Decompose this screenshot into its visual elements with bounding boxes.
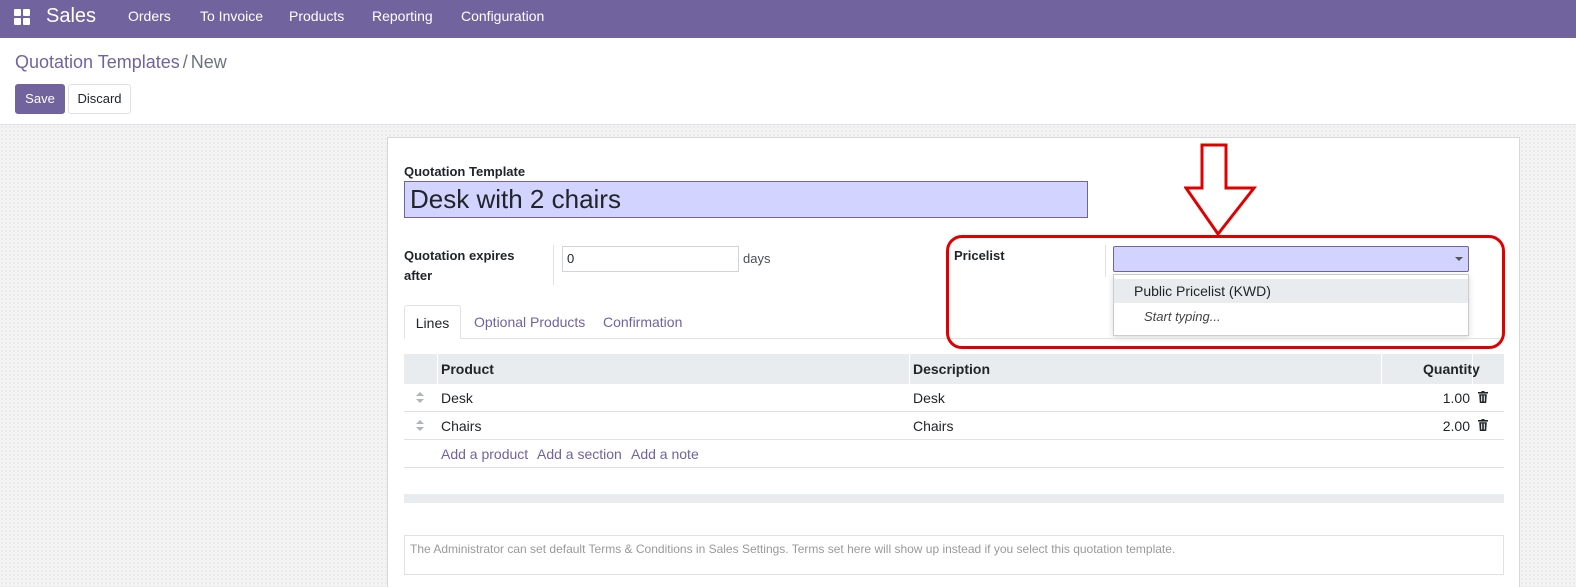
breadcrumb: Quotation Templates / New — [15, 52, 227, 73]
column-divider — [1381, 354, 1382, 384]
template-name-input[interactable]: Desk with 2 chairs — [404, 181, 1088, 218]
annotation-highlight-box — [946, 235, 1505, 349]
table-header: Product Description Quantity — [404, 354, 1504, 384]
menu-to-invoice[interactable]: To Invoice — [200, 8, 263, 24]
menu-configuration[interactable]: Configuration — [461, 8, 544, 24]
table-row[interactable]: Chairs Chairs 2.00 — [404, 412, 1504, 440]
form-sheet: Quotation Template Desk with 2 chairs Qu… — [387, 137, 1520, 587]
table-footer-bar — [404, 494, 1504, 503]
row-quantity[interactable]: 1.00 — [1434, 390, 1470, 406]
row-quantity[interactable]: 2.00 — [1434, 418, 1470, 434]
breadcrumb-separator: / — [182, 52, 188, 72]
form-view-background: Quotation Template Desk with 2 chairs Qu… — [0, 125, 1576, 587]
tab-confirmation[interactable]: Confirmation — [603, 305, 682, 339]
save-button[interactable]: Save — [15, 84, 65, 114]
column-divider — [1472, 354, 1473, 384]
trash-icon[interactable] — [1478, 419, 1488, 431]
add-section-link[interactable]: Add a section — [537, 446, 622, 462]
column-header-product[interactable]: Product — [441, 361, 494, 377]
row-description[interactable]: Chairs — [913, 418, 953, 434]
down-arrow-annotation-icon — [1184, 143, 1258, 237]
top-navbar: Sales Orders To Invoice Products Reporti… — [0, 0, 1576, 38]
menu-orders[interactable]: Orders — [128, 8, 171, 24]
expires-input[interactable]: 0 — [562, 246, 739, 272]
expires-unit: days — [743, 251, 771, 266]
column-divider — [437, 354, 438, 384]
column-header-description[interactable]: Description — [913, 361, 990, 377]
column-divider — [909, 354, 910, 384]
row-product[interactable]: Chairs — [441, 418, 481, 434]
add-note-link[interactable]: Add a note — [631, 446, 699, 462]
breadcrumb-parent[interactable]: Quotation Templates — [15, 52, 180, 72]
app-name[interactable]: Sales — [46, 5, 96, 28]
terms-and-conditions-input[interactable]: The Administrator can set default Terms … — [404, 535, 1504, 575]
expires-label: Quotation expires after — [404, 248, 515, 283]
drag-handle-icon[interactable] — [416, 420, 424, 432]
add-product-link[interactable]: Add a product — [441, 446, 528, 462]
row-product[interactable]: Desk — [441, 390, 473, 406]
row-description[interactable]: Desk — [913, 390, 945, 406]
table-row[interactable]: Desk Desk 1.00 — [404, 384, 1504, 412]
discard-button[interactable]: Discard — [68, 84, 131, 114]
tab-optional-products[interactable]: Optional Products — [474, 305, 585, 339]
tab-lines[interactable]: Lines — [404, 305, 461, 339]
template-name-label: Quotation Template — [404, 164, 526, 179]
breadcrumb-current: New — [190, 52, 227, 72]
field-divider — [553, 245, 554, 285]
menu-reporting[interactable]: Reporting — [372, 8, 433, 24]
apps-grid-icon[interactable] — [14, 9, 31, 26]
drag-handle-icon[interactable] — [416, 392, 424, 404]
menu-products[interactable]: Products — [289, 8, 344, 24]
trash-icon[interactable] — [1478, 391, 1488, 403]
table-actions-row: Add a product Add a section Add a note — [404, 440, 1504, 468]
control-panel: Quotation Templates / New Save Discard — [0, 38, 1576, 125]
